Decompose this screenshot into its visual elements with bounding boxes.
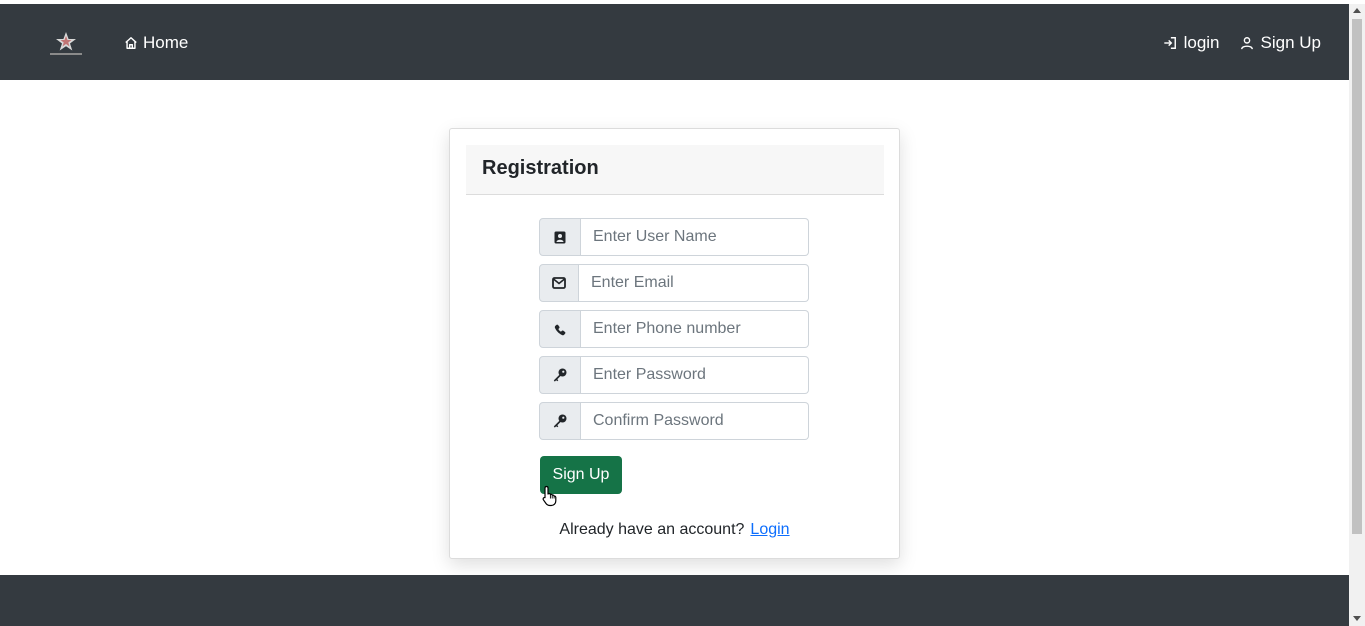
password-group (539, 356, 809, 394)
nav-signup-link[interactable]: Sign Up (1240, 33, 1321, 53)
card-header: Registration (466, 145, 884, 195)
page-footer (0, 575, 1349, 626)
nav-right: login Sign Up (1163, 31, 1321, 55)
key-icon (539, 402, 581, 440)
brand-logo[interactable] (46, 30, 86, 58)
id-badge-icon (539, 218, 581, 256)
nav-signup-label: Sign Up (1260, 33, 1321, 52)
user-icon (1240, 36, 1254, 50)
nav-login-label: login (1183, 33, 1220, 52)
phone-icon (539, 310, 581, 348)
hand-pointer-icon (542, 485, 558, 512)
account-prompt: Already have an account? Login (450, 521, 899, 539)
registration-card: Registration Enter User Name Enter Email… (449, 128, 900, 559)
confirm-password-group (539, 402, 809, 440)
envelope-icon (539, 264, 579, 302)
scroll-down-arrow-icon[interactable] (1353, 616, 1361, 621)
password-input[interactable] (581, 356, 809, 394)
login-icon (1163, 36, 1177, 50)
key-icon (539, 356, 581, 394)
nav-home-label: Home (143, 33, 189, 52)
confirm-password-input[interactable] (581, 402, 809, 440)
vertical-scrollbar[interactable] (1349, 4, 1365, 626)
email-group (539, 264, 809, 302)
nav-home-link[interactable]: Home (124, 31, 188, 55)
account-question: Already have an account? (559, 521, 745, 538)
phone-input[interactable] (581, 310, 809, 348)
username-input[interactable] (581, 218, 809, 256)
email-input[interactable] (579, 264, 809, 302)
navbar: Home login Sign Up (0, 4, 1349, 80)
nav-login-link[interactable]: login (1163, 33, 1220, 53)
home-icon (124, 36, 138, 50)
phone-group (539, 310, 809, 348)
login-link[interactable]: Login (750, 521, 789, 538)
scroll-up-arrow-icon[interactable] (1353, 8, 1361, 13)
scroll-thumb[interactable] (1352, 19, 1362, 534)
username-group (539, 218, 809, 256)
card-title: Registration (482, 157, 599, 179)
